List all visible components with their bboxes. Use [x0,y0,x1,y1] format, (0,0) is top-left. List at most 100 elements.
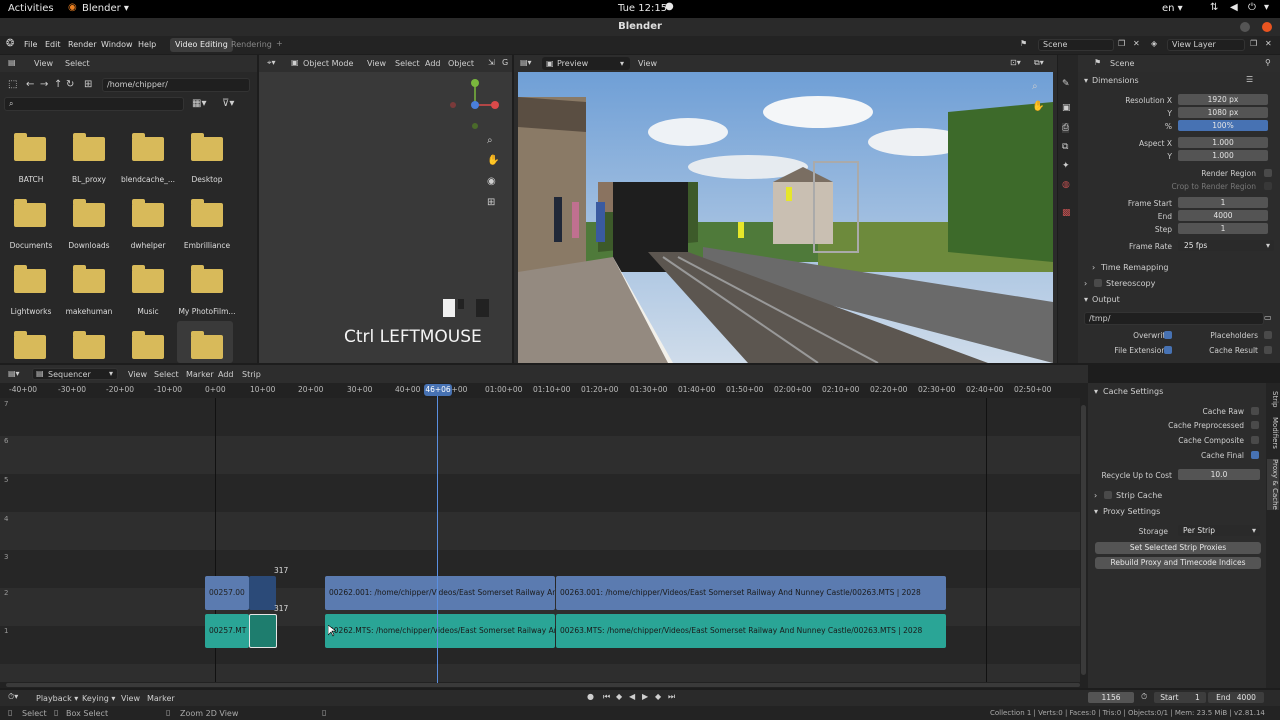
movie-strip-channel2-selected[interactable] [249,576,276,610]
movie-strip-channel1-b[interactable]: 00262.MTS: /home/chipper/Videos/East Som… [325,614,555,648]
menu-edit[interactable]: Edit [45,40,61,49]
tab-rendering[interactable]: Rendering [226,38,277,52]
refresh-icon[interactable]: ↻ [66,79,74,90]
filter-icon[interactable]: ⊽▾ [222,98,234,109]
tab-proxy-cache[interactable]: Proxy & Cache [1267,459,1279,510]
frame-end-field[interactable]: 4000 [1178,210,1268,221]
playhead-line[interactable] [437,385,438,685]
vp-select-menu[interactable]: Select [395,59,420,68]
overwrite-checkbox[interactable] [1164,331,1172,339]
language-menu[interactable]: en ▾ [1162,3,1183,14]
collapse-arrow-icon[interactable]: › [1094,491,1097,500]
preview-view-menu[interactable]: View [638,59,657,68]
cache-result-checkbox[interactable] [1264,346,1272,354]
scene-remove-icon[interactable]: ✕ [1133,39,1140,48]
viewlayer-copy-icon[interactable]: ❐ [1250,39,1257,48]
texture-tab-icon[interactable]: ▩ [1062,208,1071,218]
keying-menu[interactable]: Keying ▾ [82,694,115,703]
frame-start-field[interactable]: 1 [1178,197,1268,208]
vp-add-menu[interactable]: Add [425,59,441,68]
timeline-start-field[interactable]: Start 1 [1154,692,1206,703]
collapse-arrow-icon[interactable]: ▾ [1094,387,1098,396]
rebuild-proxy-button[interactable]: Rebuild Proxy and Timecode Indices [1095,557,1261,569]
stereoscopy-panel[interactable]: Stereoscopy [1106,279,1155,288]
add-workspace-icon[interactable]: + [276,39,283,48]
cache-settings-panel[interactable]: Cache Settings [1103,387,1163,396]
aspect-x-field[interactable]: 1.000 [1178,137,1268,148]
viewlayer-remove-icon[interactable]: ✕ [1265,39,1272,48]
vertical-scrollbar[interactable] [1081,405,1086,675]
play-reverse-icon[interactable]: ◀ [629,692,635,701]
network-icon[interactable]: ⇅ [1210,2,1218,13]
folder-icon[interactable] [132,331,164,359]
collapse-arrow-icon[interactable]: › [1092,263,1095,272]
app-menu[interactable]: Blender ▾ [82,3,129,14]
movie-strip-channel1-selected[interactable] [249,614,277,648]
transform-icon[interactable]: ⇲ [488,58,495,67]
vp-view-menu[interactable]: View [367,59,386,68]
dimensions-panel-header[interactable]: Dimensions [1092,76,1139,85]
resolution-x-field[interactable]: 1920 px [1178,94,1268,105]
pin-icon[interactable]: ⚲ [1265,58,1271,67]
menu-window[interactable]: Window [101,40,133,49]
timeline-end-field[interactable]: End 4000 [1208,692,1264,703]
cache-preprocessed-checkbox[interactable] [1251,421,1259,429]
sequencer-mode-selector[interactable]: ▤ Sequencer ▾ [32,368,118,380]
prev-keyframe-icon[interactable]: ◆ [616,692,622,701]
folder-icon[interactable] [14,331,46,359]
stopwatch-icon[interactable]: ⏱ [1141,692,1147,702]
fb-select-menu[interactable]: Select [65,59,90,68]
movie-strip-channel1-a[interactable]: 00257.MT [205,614,249,648]
preview-zoom-icon[interactable]: ⌕ [1032,81,1038,92]
path-field[interactable]: /home/chipper/ [102,78,250,92]
vp-object-menu[interactable]: Object [448,59,474,68]
zoom-icon[interactable]: ⌕ [487,135,493,146]
set-selected-strip-proxies-button[interactable]: Set Selected Strip Proxies [1095,542,1261,554]
current-frame-field[interactable]: 1156 [1088,692,1134,703]
global-icon[interactable]: G [502,58,508,67]
folder-icon[interactable] [191,331,223,359]
proxy-settings-panel[interactable]: Proxy Settings [1103,507,1160,516]
tool-tab-icon[interactable]: ✎ [1062,79,1070,89]
collapse-arrow-icon[interactable]: ▾ [1094,507,1098,516]
zoom-fit-icon[interactable]: ⊡▾ [1010,58,1021,67]
frame-rate-dropdown[interactable]: 25 fps [1178,240,1274,251]
movie-strip-channel1-c[interactable]: 00263.MTS: /home/chipper/Videos/East Som… [556,614,946,648]
preview-pan-icon[interactable]: ✋ [1032,101,1044,112]
list-icon[interactable]: ☰ [1246,75,1253,84]
editor-type-icon[interactable]: ▤▾ [520,58,532,67]
recycle-cost-field[interactable]: 10.0 [1178,469,1260,480]
tab-modifiers[interactable]: Modifiers [1267,417,1279,449]
volume-icon[interactable]: ◀ [1230,2,1238,13]
scene-copy-icon[interactable]: ❐ [1118,39,1125,48]
folder-icon[interactable] [73,331,105,359]
jump-end-icon[interactable]: ⏭ [668,692,675,702]
editor-type-icon[interactable]: ⏱▾ [8,692,18,702]
menu-file[interactable]: File [24,40,37,49]
storage-dropdown[interactable]: Per Strip [1178,525,1260,536]
power-icon[interactable]: ⏻ [1248,2,1256,13]
crop-region-checkbox[interactable] [1264,182,1272,190]
folder-browse-icon[interactable]: ▭ [1264,313,1272,322]
editor-type-icon[interactable]: ▤▾ [8,369,20,378]
world-tab-icon[interactable]: ◍ [1062,180,1070,190]
collapse-arrow-icon[interactable]: ▾ [1084,76,1088,85]
fb-view-menu[interactable]: View [34,59,53,68]
timeline-marker-menu[interactable]: Marker [147,694,175,703]
record-icon[interactable]: ● [587,692,594,701]
playback-menu[interactable]: Playback ▾ [36,694,78,703]
playhead-frame-indicator[interactable]: 46+06 [424,384,452,396]
minimize-icon[interactable] [1240,22,1250,32]
horizontal-scrollbar[interactable] [6,683,1080,687]
movie-strip-channel2-c[interactable]: 00263.001: /home/chipper/Videos/East Som… [556,576,946,610]
editor-type-icon[interactable]: ⌖▾ [267,58,276,68]
seq-view-menu[interactable]: View [128,370,147,379]
cache-composite-checkbox[interactable] [1251,436,1259,444]
tab-strip[interactable]: Strip [1267,391,1279,407]
folder-back-icon[interactable]: ⬚ [8,79,17,90]
next-keyframe-icon[interactable]: ◆ [655,692,661,701]
view-layer-selector[interactable]: View Layer [1167,39,1245,51]
seq-add-menu[interactable]: Add [218,370,234,379]
timeline-view-menu[interactable]: View [121,694,140,703]
activities-button[interactable]: Activities [8,3,54,14]
